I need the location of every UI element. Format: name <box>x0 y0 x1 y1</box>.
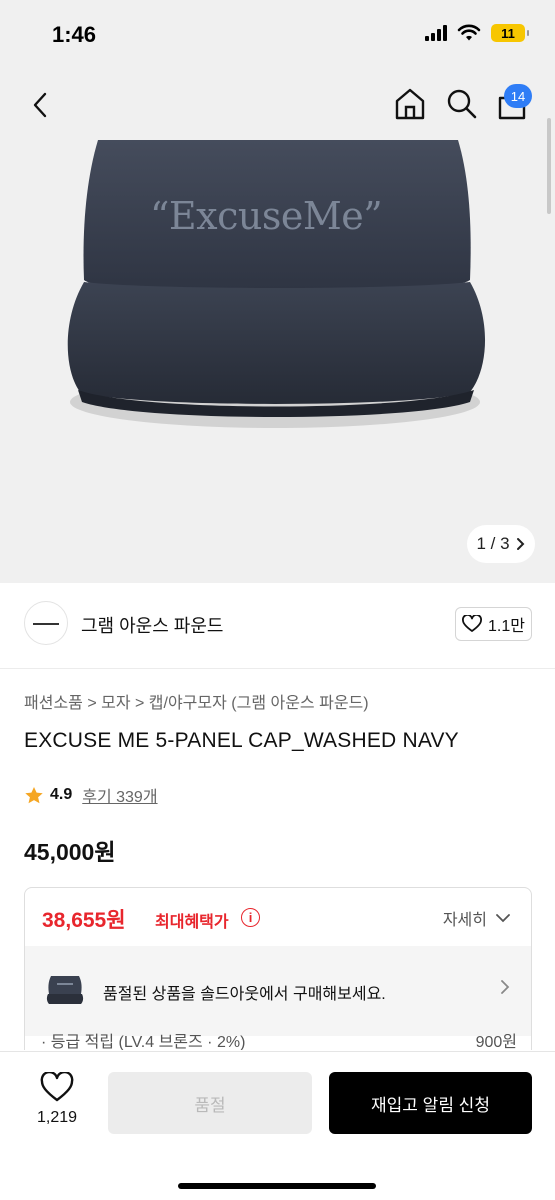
chevron-right-icon <box>516 538 524 550</box>
home-icon[interactable] <box>392 86 428 122</box>
nav-bar <box>0 70 555 140</box>
product-title: EXCUSE ME 5-PANEL CAP_WASHED NAVY <box>24 729 459 752</box>
cap-thumbnail <box>46 976 84 1004</box>
grade-reward-row: · 등급 적립 (LV.4 브론즈 · 2%) 900원 <box>41 1028 517 1050</box>
battery-level: 11 <box>501 25 515 41</box>
signal-icon <box>425 25 447 41</box>
rating-row: 4.9 후기 339개 <box>24 783 158 807</box>
battery-icon: 11 <box>491 24 529 42</box>
benefit-label: 최대혜택가 <box>155 914 229 931</box>
divider <box>0 668 555 669</box>
status-bar: 1:46 11 <box>0 0 555 70</box>
product-image[interactable]: “ExcuseMe” <box>0 140 555 583</box>
brand-logo[interactable] <box>24 601 68 645</box>
status-icons: 11 <box>425 24 529 42</box>
chevron-down-icon <box>496 914 510 923</box>
benefit-price: 38,655원 <box>42 909 126 932</box>
rating-value: 4.9 <box>50 786 73 803</box>
star-icon <box>25 786 43 803</box>
wifi-icon <box>457 24 481 41</box>
back-icon[interactable] <box>26 88 56 122</box>
grade-reward-amount: 900원 <box>475 1034 517 1050</box>
bottom-bar: 1,219 품절 재입고 알림 신청 <box>0 1052 555 1200</box>
status-time: 1:46 <box>52 22 97 47</box>
image-pager[interactable]: 1 / 3 <box>467 525 535 563</box>
soldout-message: 품절된 상품을 솔드아웃에서 구매해보세요. <box>103 986 386 1003</box>
search-icon[interactable] <box>444 86 480 122</box>
heart-icon <box>462 615 482 632</box>
benefit-detail-toggle[interactable]: 자세히 <box>443 906 511 930</box>
brand-like-count: 1.1만 <box>488 618 525 635</box>
restock-alert-button[interactable]: 재입고 알림 신청 <box>329 1072 532 1134</box>
home-indicator <box>178 1183 376 1189</box>
soldout-banner[interactable]: 품절된 상품을 솔드아웃에서 구매해보세요. <box>25 946 531 1036</box>
cap-logo-text: “ExcuseMe” <box>150 194 383 238</box>
brand-like-button[interactable]: 1.1만 <box>455 607 532 641</box>
benefit-detail-label: 자세히 <box>442 912 487 929</box>
product-price: 45,000원 <box>24 839 116 865</box>
brand-name[interactable]: 그램 아운스 파운드 <box>81 612 223 638</box>
grade-reward-label: · 등급 적립 (LV.4 브론즈 · 2%) <box>41 1034 246 1050</box>
breadcrumb[interactable]: 패션소품 > 모자 > 캡/야구모자 (그램 아운스 파운드) <box>24 689 369 713</box>
soldout-button[interactable]: 품절 <box>108 1072 312 1134</box>
chevron-right-icon <box>501 980 510 994</box>
pager-label: 1 / 3 <box>476 534 510 553</box>
info-icon[interactable]: i <box>241 908 260 927</box>
wishlist-count: 1,219 <box>36 1109 78 1126</box>
scrollbar[interactable] <box>547 118 551 214</box>
review-count-link[interactable]: 후기 339개 <box>82 783 157 807</box>
cart-count-badge: 14 <box>504 84 532 108</box>
benefit-box: 38,655원 최대혜택가 i 자세히 품절된 상품을 솔드아웃에서 구매해보세… <box>24 887 532 1050</box>
wishlist-heart-icon[interactable] <box>40 1072 74 1104</box>
